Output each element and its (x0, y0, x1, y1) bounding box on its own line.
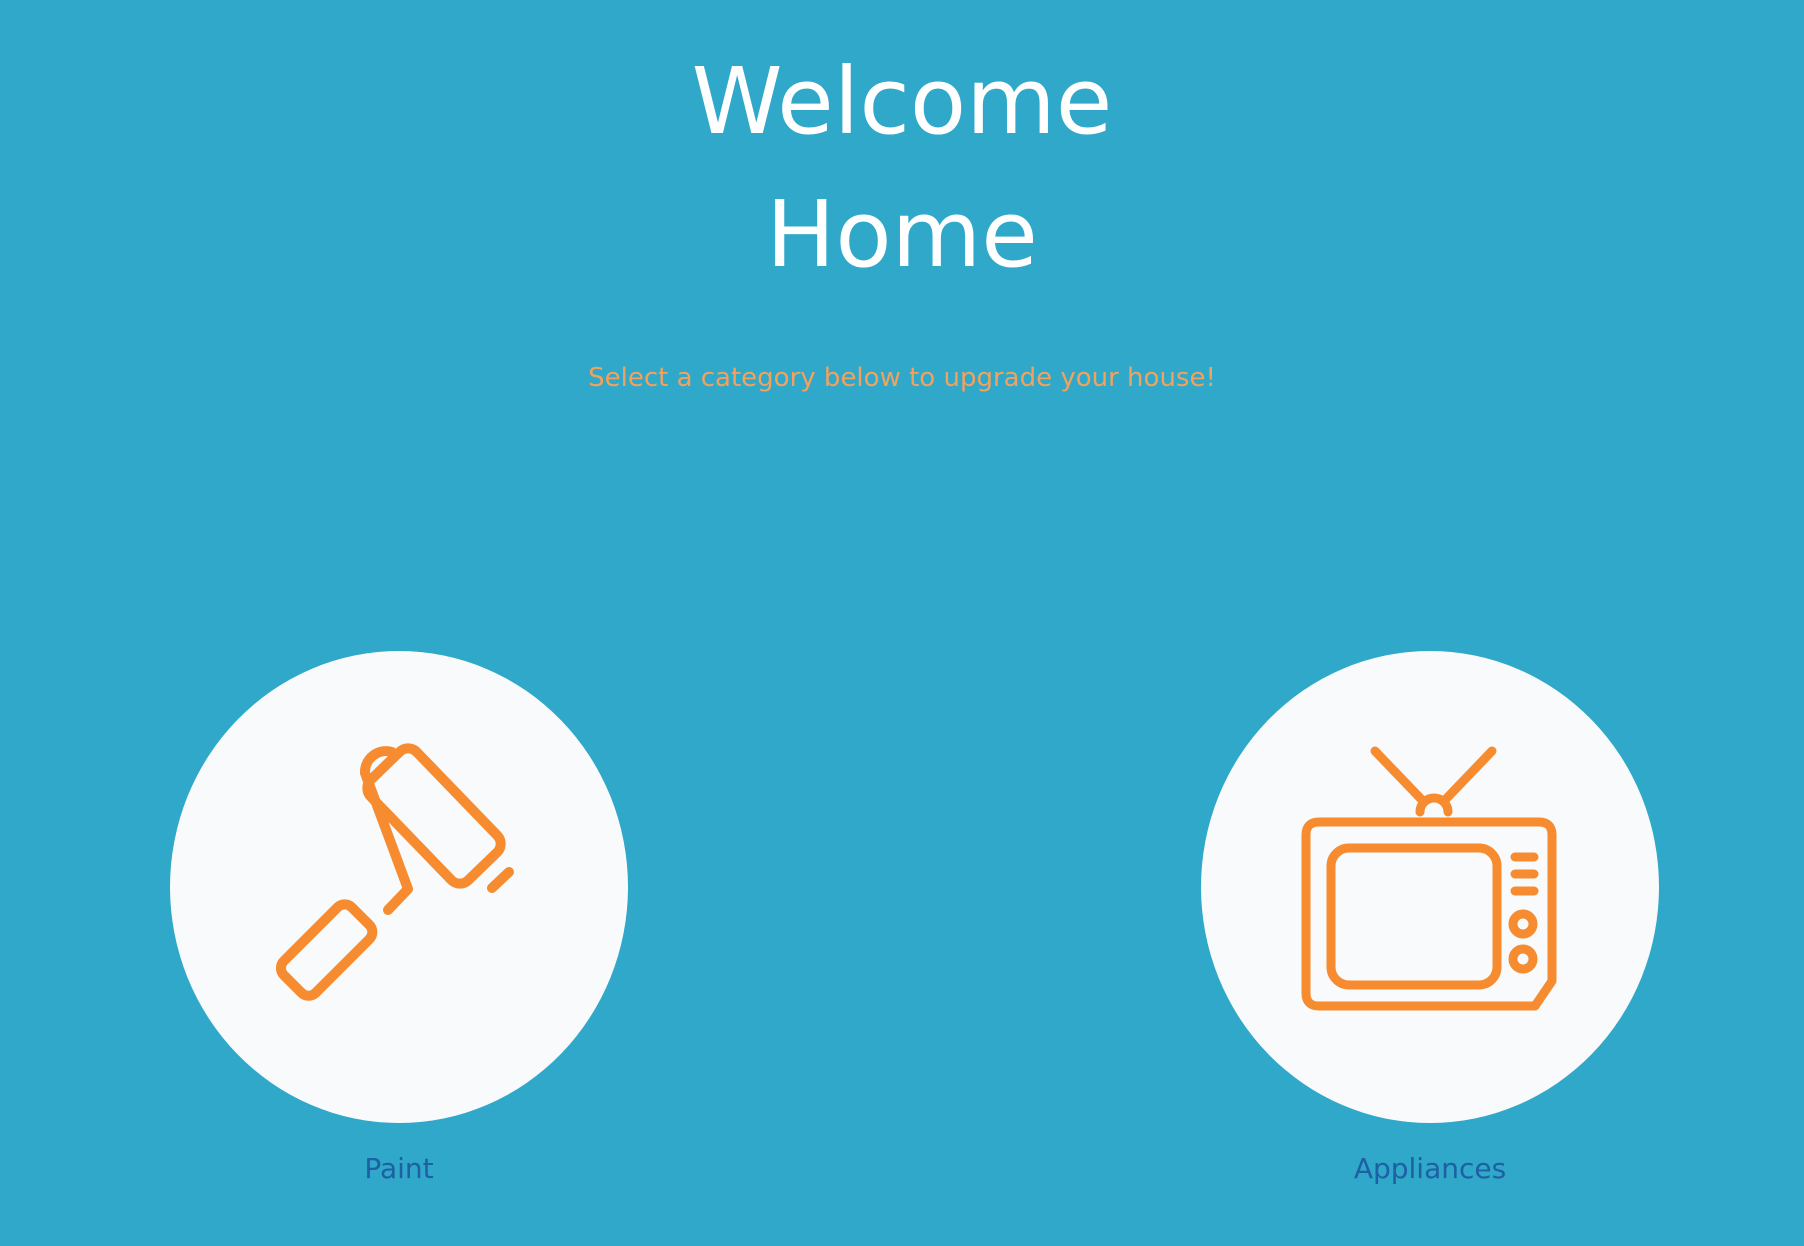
category-appliances-label[interactable]: Appliances (1201, 1155, 1659, 1183)
page-title-line-1: Welcome (691, 48, 1113, 155)
category-paint[interactable]: Paint (170, 651, 628, 1183)
television-icon (1301, 746, 1557, 1011)
category-appliances[interactable]: Appliances (1201, 651, 1659, 1183)
category-paint-label[interactable]: Paint (170, 1155, 628, 1183)
category-appliances-circle[interactable] (1201, 651, 1659, 1123)
paint-roller-icon (275, 743, 514, 1001)
page-subtitle: Select a category below to upgrade your … (588, 363, 1216, 393)
category-paint-circle[interactable] (170, 651, 628, 1123)
page-title-line-2: Home (766, 181, 1038, 288)
